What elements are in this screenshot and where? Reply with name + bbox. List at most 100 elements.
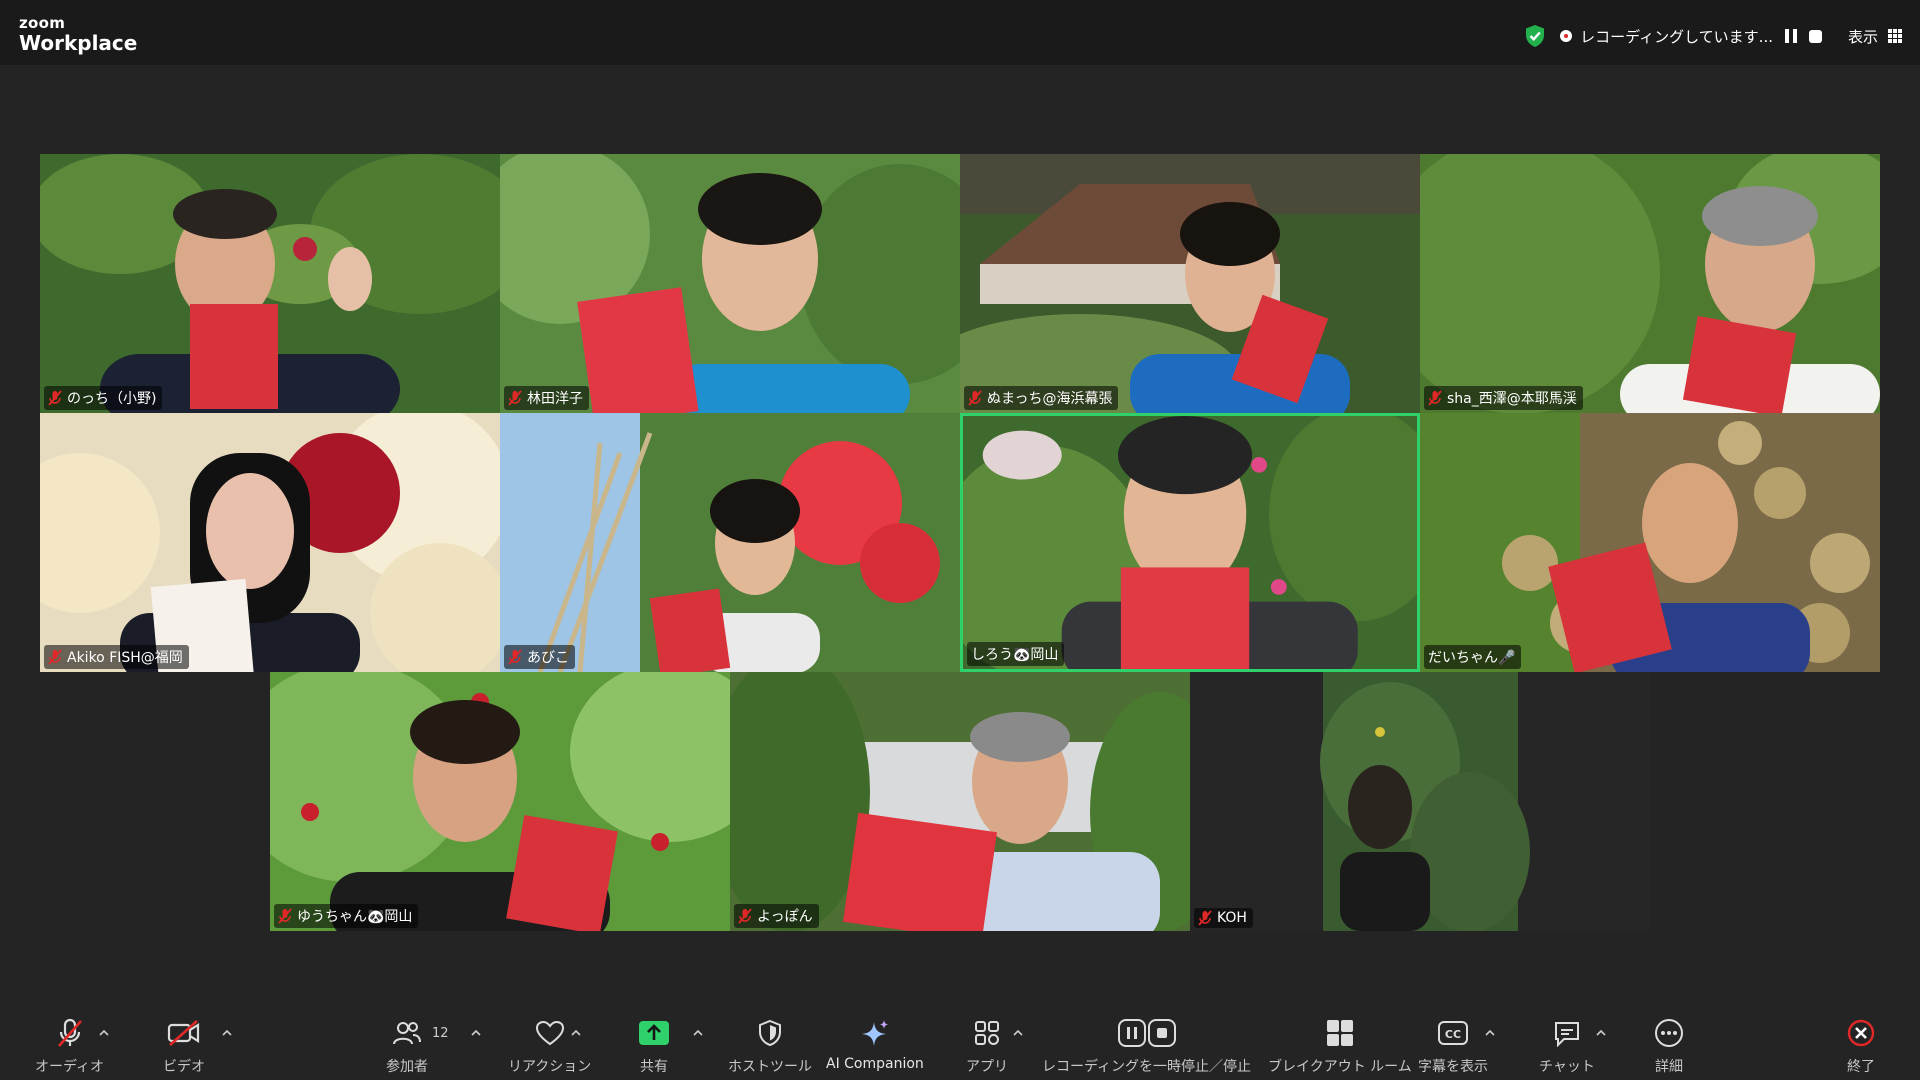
audio-label: オーディオ (35, 1059, 105, 1075)
shield-icon (759, 1019, 781, 1047)
share-button[interactable]: 共有 (637, 1016, 671, 1076)
share-label: 共有 (640, 1059, 668, 1075)
mic-muted-icon (278, 908, 292, 924)
chat-button[interactable]: チャット (1539, 1016, 1595, 1076)
video-tile[interactable]: のっち（小野) (40, 154, 500, 413)
closed-captions-icon: CC (1438, 1021, 1468, 1045)
reactions-button[interactable]: リアクション (508, 1016, 591, 1076)
participant-video (730, 672, 1190, 931)
top-bar: zoom Workplace レコーディングしています... 表示 (0, 0, 1920, 65)
audio-options-chevron-icon[interactable] (99, 1028, 109, 1038)
video-button[interactable]: ビデオ (163, 1016, 205, 1076)
mic-muted-icon (738, 908, 752, 924)
sparkle-icon (861, 1020, 888, 1046)
view-button[interactable]: 表示 (1848, 26, 1878, 47)
chat-label: チャット (1539, 1059, 1595, 1075)
more-button[interactable]: 詳細 (1652, 1016, 1686, 1076)
captions-button[interactable]: CC 字幕を表示 (1418, 1016, 1488, 1076)
video-tile[interactable]: sha_西澤@本耶馬渓 (1420, 154, 1880, 413)
participant-name-tag: ぬまっち@海浜幕張 (964, 386, 1119, 410)
video-tile[interactable]: あびこ (500, 413, 960, 672)
recording-control-button[interactable]: レコーディングを一時停止／停止 (1042, 1016, 1251, 1076)
end-meeting-button[interactable]: 終了 (1844, 1016, 1878, 1076)
mic-muted-icon (508, 390, 522, 406)
participant-name-tag: ゆうちゃん🐼岡山 (274, 904, 419, 928)
participant-name: ぬまっち@海浜幕張 (987, 391, 1113, 407)
participant-name-tag: よっぽん (734, 904, 819, 928)
captions-options-chevron-icon[interactable] (1485, 1028, 1495, 1038)
participant-video (1420, 154, 1880, 413)
video-tile[interactable]: だいちゃん🎤 (1420, 413, 1880, 672)
host-tools-label: ホストツール (728, 1059, 812, 1075)
breakout-rooms-button[interactable]: ブレイクアウト ルーム (1268, 1016, 1412, 1076)
recording-control-label: レコーディングを一時停止／停止 (1042, 1059, 1252, 1075)
mic-muted-icon (1428, 390, 1442, 406)
apps-button[interactable]: アプリ (966, 1016, 1008, 1076)
video-tile[interactable]: ゆうちゃん🐼岡山 (270, 672, 730, 931)
audio-button[interactable]: オーディオ (35, 1016, 104, 1076)
pause-stop-recording-icon (1117, 1019, 1176, 1047)
heart-icon (535, 1020, 564, 1046)
participant-name-tag: あびこ (504, 645, 575, 669)
participant-video (960, 154, 1420, 413)
participant-name-tag: 林田洋子 (504, 386, 589, 410)
participant-video (500, 154, 960, 413)
host-tools-button[interactable]: ホストツール (728, 1016, 812, 1076)
chat-options-chevron-icon[interactable] (1596, 1028, 1606, 1038)
participant-name: しろう🐼岡山 (971, 647, 1059, 663)
ai-companion-button[interactable]: AI Companion (826, 1016, 924, 1072)
participants-count-badge: 12 (432, 1026, 449, 1041)
mic-muted-icon (508, 649, 522, 665)
end-close-icon (1847, 1019, 1875, 1047)
participant-name-tag: sha_西澤@本耶馬渓 (1424, 386, 1583, 410)
reactions-options-chevron-icon[interactable] (571, 1028, 581, 1038)
participant-name: ゆうちゃん🐼岡山 (297, 909, 413, 925)
video-options-chevron-icon[interactable] (222, 1028, 232, 1038)
participant-video (270, 672, 730, 931)
participant-name: のっち（小野) (67, 391, 157, 407)
participant-name: KOH (1217, 910, 1247, 926)
participant-video (40, 154, 500, 413)
mic-muted-icon (48, 649, 62, 665)
video-label: ビデオ (163, 1059, 205, 1075)
video-tile[interactable]: KOH (1190, 672, 1650, 931)
captions-label: 字幕を表示 (1418, 1059, 1488, 1075)
gallery-grid-icon[interactable] (1888, 29, 1902, 43)
participant-video (500, 413, 960, 672)
recording-indicator-icon (1560, 30, 1573, 42)
participant-name: よっぽん (757, 909, 813, 925)
encryption-shield-icon[interactable] (1524, 24, 1546, 48)
share-options-chevron-icon[interactable] (693, 1028, 703, 1038)
reactions-label: リアクション (508, 1059, 592, 1075)
logo-big-text: Workplace (19, 31, 138, 55)
participant-name-tag: Akiko FISH@福岡 (44, 645, 189, 669)
participants-button[interactable]: 参加者 (386, 1016, 428, 1076)
microphone-muted-icon (57, 1018, 82, 1047)
participants-options-chevron-icon[interactable] (471, 1028, 481, 1038)
end-label: 終了 (1847, 1059, 1875, 1075)
video-tile[interactable]: Akiko FISH@福岡 (40, 413, 500, 672)
participant-name: Akiko FISH@福岡 (67, 650, 183, 666)
participant-video (40, 413, 500, 672)
more-ellipsis-icon (1655, 1019, 1683, 1047)
apps-options-chevron-icon[interactable] (1013, 1028, 1023, 1038)
video-tile-active-speaker[interactable]: しろう🐼岡山 (960, 413, 1420, 672)
video-tile[interactable]: 林田洋子 (500, 154, 960, 413)
participant-name: sha_西澤@本耶馬渓 (1447, 391, 1577, 407)
participant-name-tag: KOH (1194, 908, 1253, 928)
video-tile[interactable]: ぬまっち@海浜幕張 (960, 154, 1420, 413)
participant-name-tag: しろう🐼岡山 (967, 642, 1065, 666)
svg-text:CC: CC (1445, 1028, 1461, 1041)
mic-muted-icon (968, 390, 982, 406)
ai-companion-label: AI Companion (826, 1056, 924, 1072)
pause-recording-icon[interactable] (1784, 29, 1797, 43)
meeting-toolbar: オーディオ ビデオ 参加者 12 リアクション 共有 ホストツール AI Com… (0, 1000, 1920, 1080)
stop-recording-icon[interactable] (1808, 29, 1822, 43)
mic-muted-icon (48, 390, 62, 406)
participant-name-tag: のっち（小野) (44, 386, 163, 410)
video-tile[interactable]: よっぽん (730, 672, 1190, 931)
share-screen-icon (639, 1021, 669, 1045)
apps-label: アプリ (966, 1059, 1008, 1075)
logo-small-text: zoom (19, 14, 66, 32)
recording-status-text: レコーディングしています... (1580, 27, 1773, 46)
